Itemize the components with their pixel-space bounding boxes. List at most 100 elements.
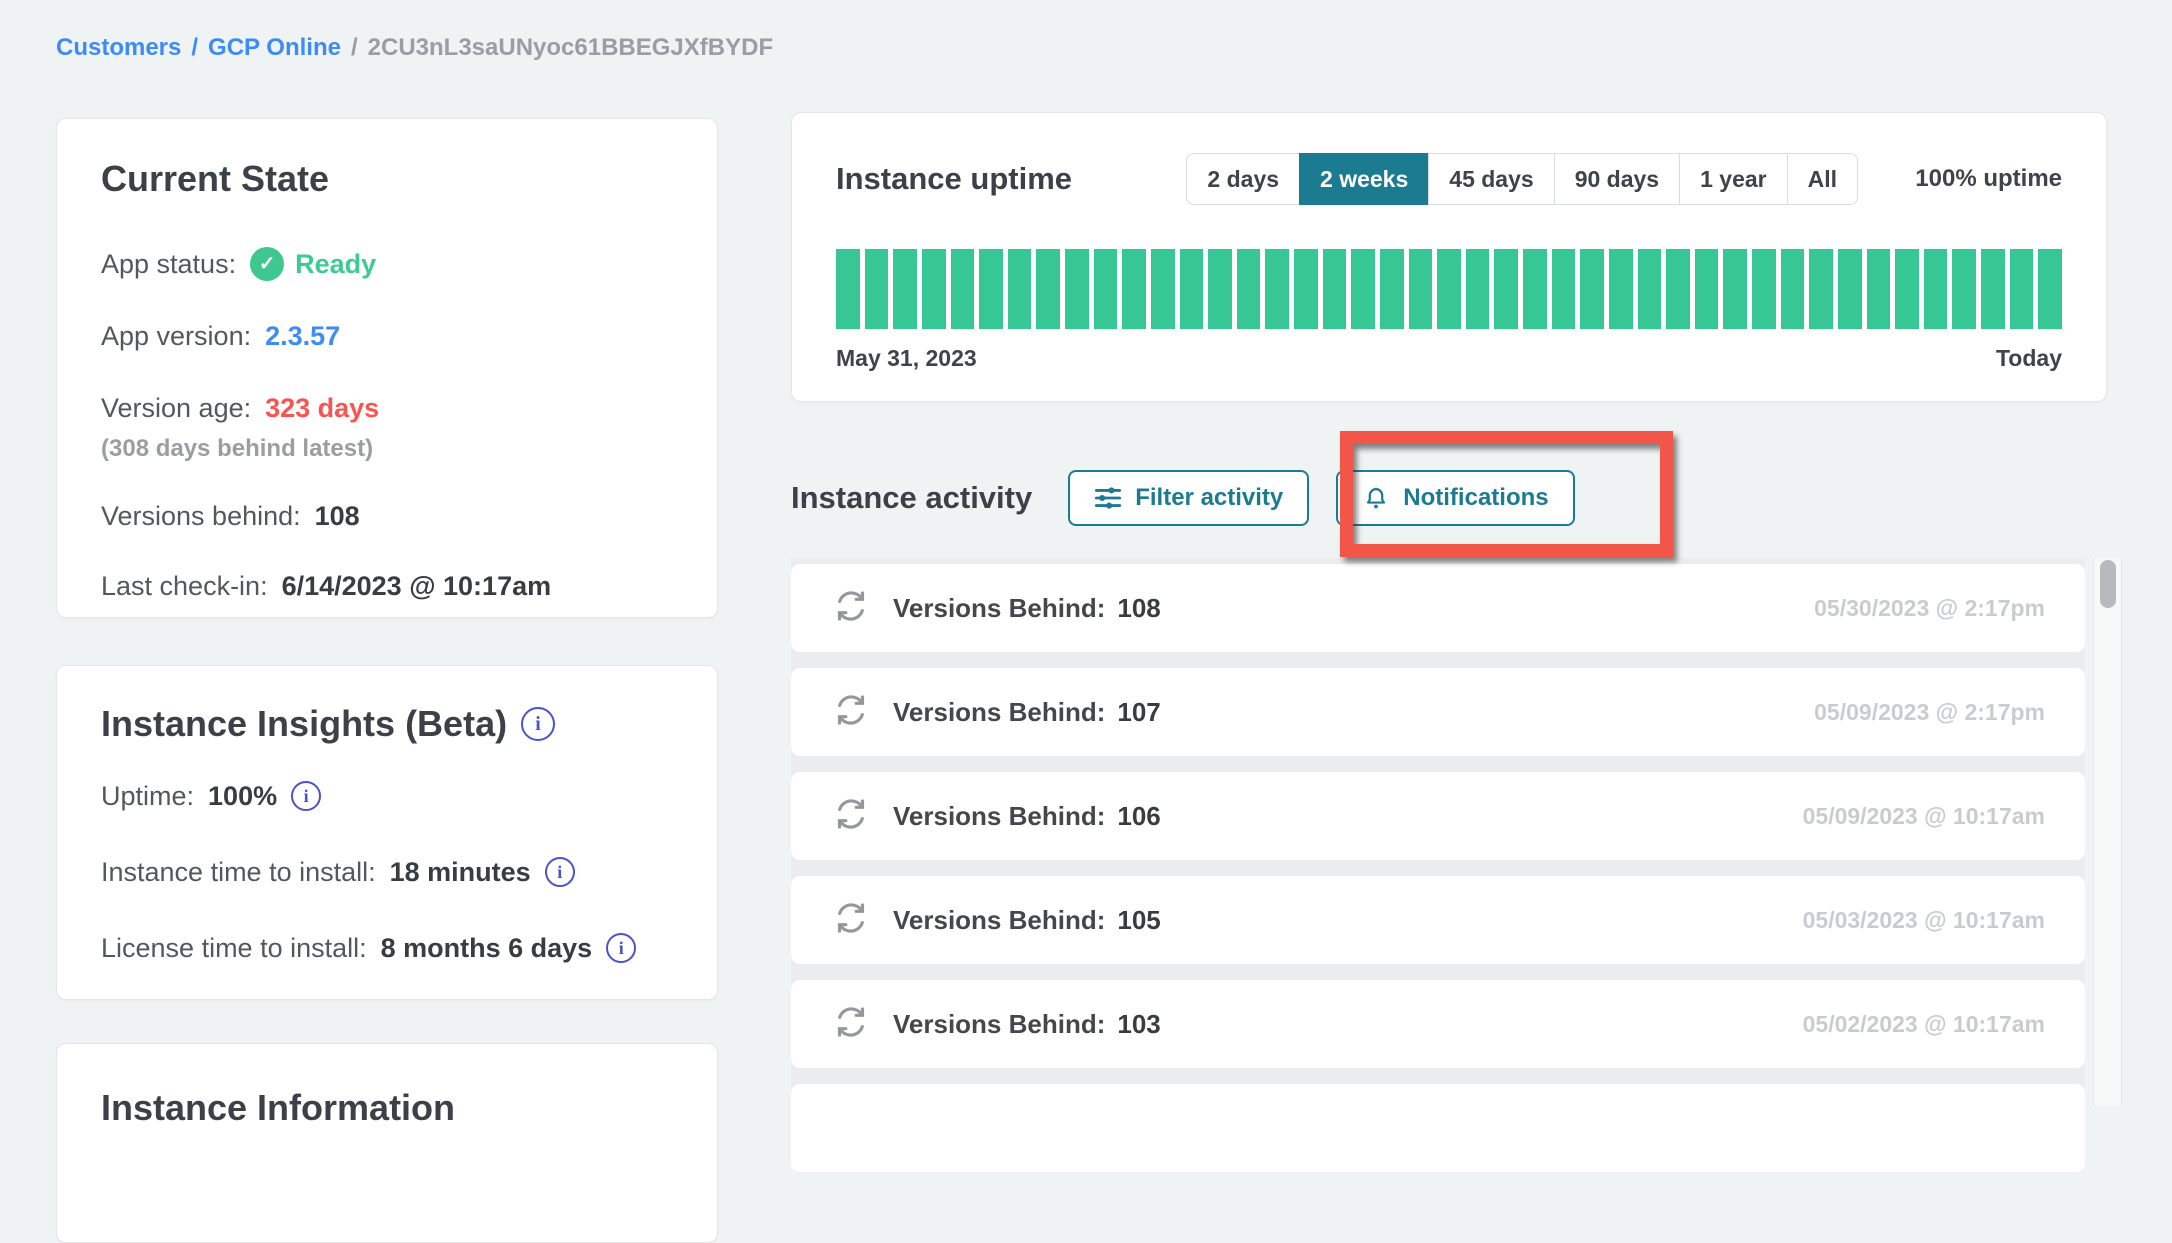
info-icon[interactable]: i bbox=[606, 933, 636, 963]
activity-row-timestamp: 05/30/2023 @ 2:17pm bbox=[1814, 595, 2045, 622]
uptime-bar bbox=[1580, 249, 1604, 329]
uptime-bar bbox=[1666, 249, 1690, 329]
activity-row-timestamp: 05/09/2023 @ 10:17am bbox=[1803, 803, 2045, 830]
app-version-line: App version: 2.3.57 bbox=[101, 319, 673, 353]
activity-row-value: 105 bbox=[1117, 905, 1160, 936]
uptime-bar bbox=[1809, 249, 1833, 329]
activity-row-label: Versions Behind: bbox=[893, 1009, 1105, 1040]
activity-row: Versions Behind: 107 05/09/2023 @ 2:17pm bbox=[791, 668, 2085, 756]
uptime-bar-chart bbox=[836, 249, 2062, 329]
uptime-label: Uptime: bbox=[101, 778, 194, 814]
info-icon[interactable]: i bbox=[291, 781, 321, 811]
uptime-bar bbox=[2010, 249, 2034, 329]
version-age-label: Version age: bbox=[101, 391, 251, 425]
uptime-bar bbox=[1180, 249, 1204, 329]
version-age-note: (308 days behind latest) bbox=[101, 435, 673, 463]
activity-row-value: 103 bbox=[1117, 1009, 1160, 1040]
activity-row-label: Versions Behind: bbox=[893, 905, 1105, 936]
uptime-bar bbox=[836, 249, 860, 329]
uptime-bar bbox=[1638, 249, 1662, 329]
uptime-bar bbox=[1838, 249, 1862, 329]
instance-activity-title: Instance activity bbox=[791, 480, 1032, 516]
filter-activity-button[interactable]: Filter activity bbox=[1068, 470, 1309, 526]
activity-row-value: 108 bbox=[1117, 593, 1160, 624]
uptime-bar bbox=[1094, 249, 1118, 329]
uptime-value: 100% bbox=[208, 778, 277, 814]
uptime-range-selector: 2 days 2 weeks 45 days 90 days 1 year Al… bbox=[1186, 153, 1858, 205]
uptime-bar bbox=[1380, 249, 1404, 329]
sync-icon bbox=[831, 690, 871, 735]
range-45-days[interactable]: 45 days bbox=[1428, 153, 1554, 205]
uptime-end-label: Today bbox=[1996, 345, 2062, 372]
instance-uptime-card: Instance uptime 2 days 2 weeks 45 days 9… bbox=[791, 112, 2107, 402]
uptime-bar bbox=[2038, 249, 2062, 329]
uptime-bar bbox=[865, 249, 889, 329]
range-1-year[interactable]: 1 year bbox=[1679, 153, 1788, 205]
breadcrumb-instance-id: 2CU3nL3saUNyoc61BBEGJXfBYDF bbox=[368, 34, 773, 61]
uptime-bar bbox=[1008, 249, 1032, 329]
activity-row-label: Versions Behind: bbox=[893, 593, 1105, 624]
versions-behind-value: 108 bbox=[315, 499, 360, 533]
license-time-value: 8 months 6 days bbox=[381, 930, 593, 966]
status-check-icon: ✓ bbox=[250, 247, 284, 281]
uptime-bar bbox=[1294, 249, 1318, 329]
uptime-bar bbox=[1437, 249, 1461, 329]
instance-information-title: Instance Information bbox=[101, 1086, 673, 1130]
bell-icon bbox=[1362, 484, 1390, 512]
activity-row-timestamp: 05/09/2023 @ 2:17pm bbox=[1814, 699, 2045, 726]
uptime-bar bbox=[1351, 249, 1375, 329]
uptime-bar bbox=[922, 249, 946, 329]
info-icon[interactable]: i bbox=[545, 857, 575, 887]
uptime-bar bbox=[1981, 249, 2005, 329]
app-version-value[interactable]: 2.3.57 bbox=[265, 319, 340, 353]
license-time-label: License time to install: bbox=[101, 930, 367, 966]
versions-behind-line: Versions behind: 108 bbox=[101, 499, 673, 533]
version-age-line: Version age: 323 days bbox=[101, 391, 673, 425]
info-icon[interactable]: i bbox=[521, 707, 555, 741]
activity-row: Versions Behind: 106 05/09/2023 @ 10:17a… bbox=[791, 772, 2085, 860]
instance-uptime-title: Instance uptime bbox=[836, 161, 1072, 197]
app-version-label: App version: bbox=[101, 319, 251, 353]
license-time-line: License time to install: 8 months 6 days… bbox=[101, 930, 673, 966]
range-all[interactable]: All bbox=[1787, 153, 1858, 205]
activity-row-value: 107 bbox=[1117, 697, 1160, 728]
uptime-start-label: May 31, 2023 bbox=[836, 345, 977, 372]
notifications-button[interactable]: Notifications bbox=[1336, 470, 1574, 526]
sync-icon bbox=[831, 898, 871, 943]
breadcrumb-link-customer[interactable]: GCP Online bbox=[208, 34, 341, 61]
activity-row-partial bbox=[791, 1084, 2085, 1172]
sync-icon bbox=[831, 794, 871, 839]
instance-time-value: 18 minutes bbox=[390, 854, 531, 890]
uptime-summary: 100% uptime bbox=[1886, 165, 2062, 193]
uptime-bar bbox=[1609, 249, 1633, 329]
uptime-bar bbox=[1695, 249, 1719, 329]
sync-icon bbox=[831, 586, 871, 631]
app-status-label: App status: bbox=[101, 247, 236, 281]
activity-row: Versions Behind: 105 05/03/2023 @ 10:17a… bbox=[791, 876, 2085, 964]
activity-row-timestamp: 05/03/2023 @ 10:17am bbox=[1803, 907, 2045, 934]
versions-behind-label: Versions behind: bbox=[101, 499, 301, 533]
range-90-days[interactable]: 90 days bbox=[1554, 153, 1680, 205]
instance-insights-title: Instance Insights (Beta) bbox=[101, 702, 507, 746]
range-2-days[interactable]: 2 days bbox=[1186, 153, 1300, 205]
uptime-bar bbox=[893, 249, 917, 329]
breadcrumb-separator: / bbox=[351, 34, 358, 61]
app-status-line: App status: ✓ Ready bbox=[101, 247, 673, 281]
activity-scrollbar-thumb[interactable] bbox=[2100, 560, 2116, 608]
uptime-bar bbox=[1036, 249, 1060, 329]
uptime-bar bbox=[1208, 249, 1232, 329]
instance-time-line: Instance time to install: 18 minutes i bbox=[101, 854, 673, 890]
instance-information-card: Instance Information bbox=[56, 1043, 718, 1243]
last-checkin-label: Last check-in: bbox=[101, 569, 268, 603]
instance-time-label: Instance time to install: bbox=[101, 854, 376, 890]
uptime-bar bbox=[1552, 249, 1576, 329]
uptime-bar bbox=[1952, 249, 1976, 329]
breadcrumb: Customers/GCP Online/2CU3nL3saUNyoc61BBE… bbox=[56, 34, 773, 62]
range-2-weeks[interactable]: 2 weeks bbox=[1299, 153, 1429, 205]
breadcrumb-link-customers[interactable]: Customers bbox=[56, 34, 181, 61]
activity-scrollbar-track[interactable] bbox=[2093, 558, 2122, 1106]
uptime-bar bbox=[1752, 249, 1776, 329]
uptime-bar bbox=[1781, 249, 1805, 329]
activity-row-label: Versions Behind: bbox=[893, 697, 1105, 728]
filter-sliders-icon bbox=[1094, 484, 1122, 512]
